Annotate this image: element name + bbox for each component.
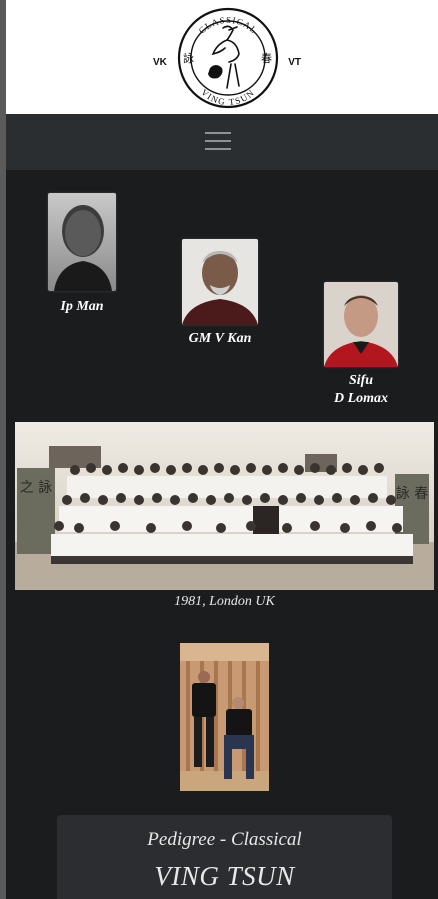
pedigree-subtitle: Pedigree - Classical	[147, 829, 302, 850]
logo-right-glyph: 春	[261, 52, 272, 65]
group-photo-1981: 之 詠 詠 春	[15, 422, 434, 590]
logo-right-text: VT	[288, 57, 301, 68]
pedigree-title: VING TSUN	[154, 861, 295, 891]
hamburger-icon	[205, 132, 231, 134]
banner-right-text: 詠 春	[396, 486, 428, 502]
caption-ip-man: Ip Man	[60, 299, 104, 314]
duo-photo	[180, 643, 269, 791]
portrait-ip-man	[48, 193, 116, 291]
portrait-sifu-d-lomax	[324, 282, 398, 367]
hamburger-icon-bar	[205, 140, 231, 142]
hamburger-icon-bar	[205, 148, 231, 150]
banner-left-text: 之 詠	[20, 480, 52, 496]
caption-sifu-line2: D Lomax	[333, 391, 389, 406]
hamburger-menu-button[interactable]	[205, 130, 231, 152]
caption-sifu-line1: Sifu	[348, 373, 374, 388]
logo-left-text: VK	[153, 57, 167, 68]
site-logo[interactable]: VK VT CLASSICAL VING TSUN 詠 春	[153, 6, 303, 110]
group-photo-caption: 1981, London UK	[174, 594, 275, 609]
pedigree-card: Pedigree - Classical VING TSUN	[57, 815, 392, 899]
caption-sifu-d-lomax: Sifu D Lomax	[316, 372, 406, 408]
caption-gm-v-kan: GM V Kan	[188, 331, 252, 346]
portrait-gm-v-kan	[182, 239, 258, 325]
logo-emblem-icon: CLASSICAL VING TSUN 詠 春	[177, 7, 279, 109]
logo-left-glyph: 詠	[183, 51, 194, 65]
site-header: VK VT CLASSICAL VING TSUN 詠 春	[6, 0, 438, 114]
